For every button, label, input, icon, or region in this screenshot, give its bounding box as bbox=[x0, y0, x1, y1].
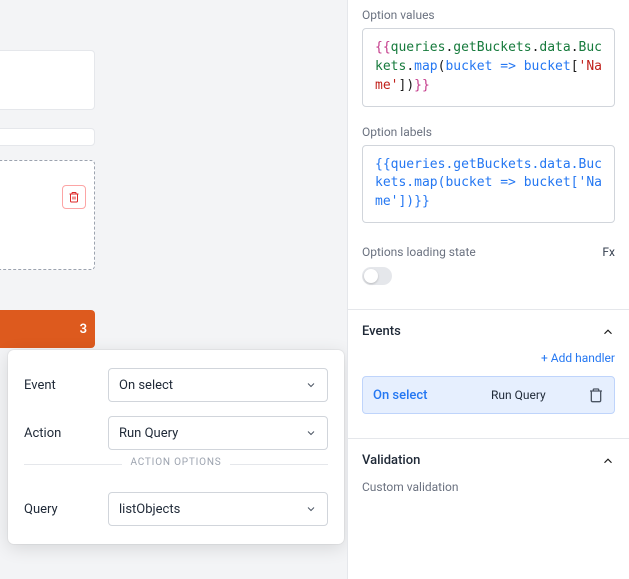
action-options-divider: ACTION OPTIONS bbox=[24, 464, 328, 476]
chevron-up-icon bbox=[601, 325, 615, 339]
add-handler-link[interactable]: + Add handler bbox=[541, 351, 615, 365]
trash-icon bbox=[68, 191, 80, 203]
action-select[interactable]: Run Query bbox=[108, 416, 328, 450]
option-labels-input[interactable]: {{queries.getBuckets.data.Buckets.map(bu… bbox=[362, 145, 615, 224]
chevron-down-icon bbox=[305, 427, 317, 439]
event-handler-item[interactable]: On select Run Query bbox=[362, 376, 615, 414]
option-values-section: Option values {{queries.getBuckets.data.… bbox=[348, 0, 629, 125]
events-header[interactable]: Events bbox=[348, 309, 629, 347]
loading-state-label: Options loading state bbox=[362, 245, 476, 259]
event-select-value: On select bbox=[119, 378, 173, 393]
delete-widget-button[interactable] bbox=[62, 185, 86, 209]
canvas-button-label: 3 bbox=[80, 322, 87, 337]
canvas-widget-box[interactable] bbox=[0, 50, 95, 110]
loading-state-row: Options loading state Fx bbox=[348, 241, 629, 261]
loading-state-toggle[interactable] bbox=[362, 267, 392, 285]
option-values-label: Option values bbox=[362, 8, 615, 22]
popup-row-query: Query listObjects bbox=[24, 492, 328, 526]
event-action: Run Query bbox=[491, 388, 580, 402]
chevron-down-icon bbox=[305, 379, 317, 391]
event-select[interactable]: On select bbox=[108, 368, 328, 402]
add-handler-row: + Add handler bbox=[348, 347, 629, 376]
canvas-widget-strip[interactable] bbox=[0, 128, 95, 146]
dropzone[interactable] bbox=[0, 160, 95, 270]
delete-handler-icon[interactable] bbox=[588, 387, 604, 403]
query-select[interactable]: listObjects bbox=[108, 492, 328, 526]
custom-validation-section: Custom validation bbox=[348, 476, 629, 512]
event-name: On select bbox=[373, 388, 483, 403]
fx-toggle[interactable]: Fx bbox=[602, 245, 615, 259]
popup-row-event: Event On select bbox=[24, 368, 328, 402]
canvas-button-widget[interactable]: 3 bbox=[0, 310, 95, 348]
event-handler-popup: Event On select Action Run Query ACTION … bbox=[8, 350, 344, 544]
event-label: Event bbox=[24, 378, 98, 393]
action-select-value: Run Query bbox=[119, 426, 178, 441]
option-labels-section: Option labels {{queries.getBuckets.data.… bbox=[348, 125, 629, 242]
option-labels-code: {{queries.getBuckets.data.Buckets.map(bu… bbox=[375, 157, 602, 210]
option-labels-label: Option labels bbox=[362, 125, 615, 139]
action-label: Action bbox=[24, 426, 98, 441]
query-label: Query bbox=[24, 502, 98, 517]
custom-validation-label: Custom validation bbox=[362, 480, 615, 494]
option-values-input[interactable]: {{queries.getBuckets.data.Buckets.map(bu… bbox=[362, 28, 615, 107]
popup-row-action: Action Run Query bbox=[24, 416, 328, 450]
validation-title: Validation bbox=[362, 453, 420, 468]
inspector-panel: Option values {{queries.getBuckets.data.… bbox=[347, 0, 629, 579]
validation-header[interactable]: Validation bbox=[348, 438, 629, 476]
action-options-label: ACTION OPTIONS bbox=[122, 457, 229, 468]
chevron-down-icon bbox=[305, 503, 317, 515]
query-select-value: listObjects bbox=[119, 502, 180, 517]
events-title: Events bbox=[362, 324, 401, 339]
chevron-up-icon bbox=[601, 454, 615, 468]
